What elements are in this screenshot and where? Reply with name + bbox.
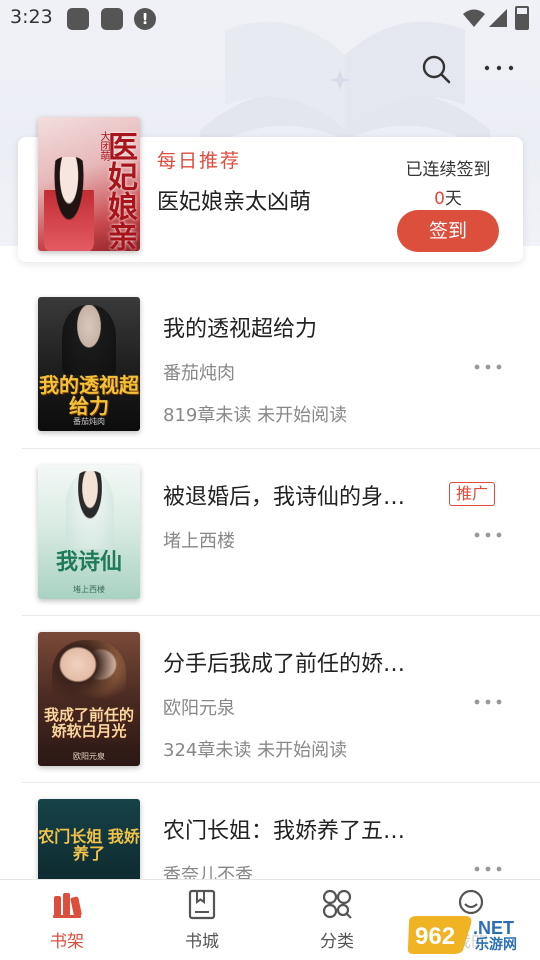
notification-icon: [67, 8, 89, 30]
daily-recommendation-tag: 每日推荐: [157, 150, 242, 172]
book-cover: 我诗仙 堵上西楼: [38, 465, 140, 599]
book-author: 番茄炖肉: [163, 363, 235, 384]
cover-title-text: 我诗仙: [55, 549, 122, 575]
book-author: 欧阳元泉: [163, 698, 235, 719]
book-progress: 324章未读 未开始阅读: [163, 740, 348, 761]
list-item[interactable]: 我的透视超给力 番茄炖肉 我的透视超给力 番茄炖肉 819章未读 未开始阅读: [0, 280, 540, 447]
daily-book-cover[interactable]: 医妃娘亲 大团萌: [38, 117, 140, 251]
cover-title-text: 我成了前任的娇软白月光: [43, 706, 134, 740]
status-time: 3:23: [10, 6, 53, 28]
nav-item-category[interactable]: 分类: [287, 880, 387, 960]
promo-badge: 推广: [449, 482, 496, 506]
watermark-text: 乐游网: [475, 937, 517, 953]
book-title: 农门长姐：我娇养了五…: [163, 819, 406, 844]
book-progress: 819章未读 未开始阅读: [163, 405, 348, 426]
notification-icon: [101, 8, 123, 30]
cover-illustration: [62, 305, 116, 375]
book-author: 堵上西楼: [163, 531, 235, 552]
status-bar: 3:23 !: [0, 0, 540, 36]
cover-illustration: [52, 640, 126, 710]
bookshelf-icon: [53, 893, 82, 918]
more-options-icon[interactable]: [474, 362, 502, 372]
wifi-icon: [463, 9, 485, 27]
nav-label: 书城: [185, 932, 219, 952]
daily-book-title[interactable]: 医妃娘亲太凶萌: [157, 184, 311, 216]
signal-icon: [489, 9, 507, 27]
search-icon[interactable]: [421, 54, 451, 84]
cover-illustration: [66, 471, 114, 549]
alert-icon: !: [134, 8, 156, 30]
nav-label: 书架: [50, 932, 84, 952]
cover-author-text: 欧阳元泉: [73, 752, 105, 761]
cover-title-text: 我的透视超给力: [39, 373, 139, 418]
more-options-icon[interactable]: [474, 864, 502, 874]
book-title: 被退婚后，我诗仙的身…: [163, 485, 406, 510]
cover-illustration: [44, 157, 94, 251]
cover-author-text: 番茄炖肉: [73, 417, 105, 426]
battery-icon: [515, 6, 529, 30]
more-options-icon[interactable]: [474, 530, 502, 540]
book-cover: 我成了前任的娇软白月光 欧阳元泉: [38, 632, 140, 766]
signin-streak-count: 0天: [398, 184, 498, 209]
more-options-icon[interactable]: [474, 697, 502, 707]
signin-button[interactable]: 签到: [397, 210, 499, 252]
more-icon[interactable]: [483, 58, 515, 78]
nav-item-bookstore[interactable]: 书城: [152, 880, 252, 960]
nav-label: 分类: [320, 932, 354, 952]
nav-item-bookshelf[interactable]: 书架: [17, 880, 117, 960]
signin-days-unit: 天: [444, 189, 462, 209]
list-item[interactable]: 我诗仙 堵上西楼 被退婚后，我诗仙的身… 堵上西楼: [0, 448, 540, 615]
book-cover: 我的透视超给力 番茄炖肉: [38, 297, 140, 431]
list-item[interactable]: 我成了前任的娇软白月光 欧阳元泉 分手后我成了前任的娇… 欧阳元泉 324章未读…: [0, 615, 540, 782]
book-title: 我的透视超给力: [163, 317, 318, 342]
cover-author-text: 堵上西楼: [73, 585, 105, 594]
cover-subtitle-text: 大团萌: [98, 131, 109, 161]
signin-streak-label: 已连续签到: [405, 160, 491, 180]
category-icon: [322, 889, 352, 919]
bookstore-icon: [188, 889, 216, 920]
cover-title-text: 农门长姐 我娇养了: [38, 827, 140, 863]
svg-text:962: 962: [415, 923, 455, 950]
book-title: 分手后我成了前任的娇…: [163, 652, 406, 677]
signin-days-number: 0: [434, 189, 445, 209]
